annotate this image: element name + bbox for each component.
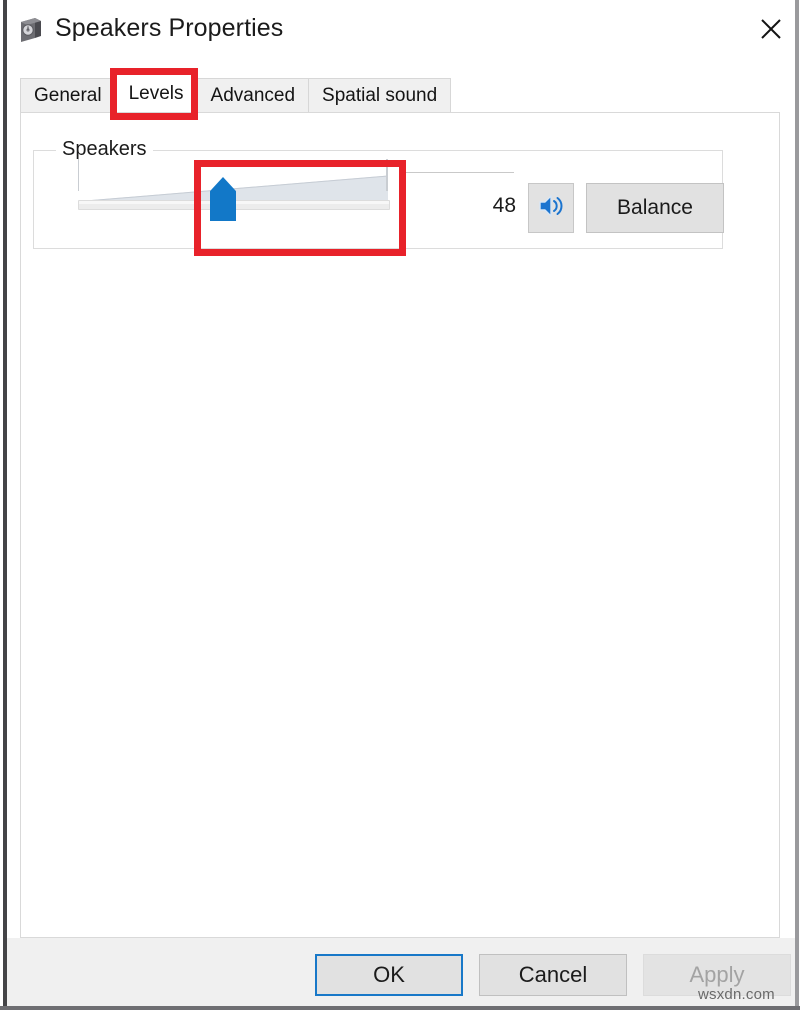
ok-button-label: OK bbox=[373, 962, 405, 987]
tab-general[interactable]: General bbox=[20, 78, 116, 112]
window-border-right bbox=[795, 0, 799, 1010]
speakers-properties-window: Speakers Properties General Levels Advan… bbox=[0, 0, 800, 1010]
tab-advanced-label: Advanced bbox=[210, 84, 296, 106]
tab-levels-label: Levels bbox=[128, 82, 184, 104]
close-icon[interactable] bbox=[745, 8, 797, 50]
tab-advanced[interactable]: Advanced bbox=[196, 78, 310, 112]
tab-spatial-sound[interactable]: Spatial sound bbox=[308, 78, 452, 112]
speakers-group-box: Speakers 48 Balance bbox=[33, 138, 724, 249]
watermark: wsxdn.com bbox=[698, 986, 775, 1003]
volume-value-connector bbox=[402, 172, 514, 173]
apply-button-label: Apply bbox=[689, 962, 745, 987]
balance-button[interactable]: Balance bbox=[586, 183, 724, 233]
tab-general-label: General bbox=[34, 84, 102, 106]
ok-button[interactable]: OK bbox=[315, 954, 463, 996]
tab-spatial-sound-label: Spatial sound bbox=[322, 84, 438, 106]
cancel-button-label: Cancel bbox=[518, 962, 588, 987]
mute-toggle-button[interactable] bbox=[528, 183, 574, 233]
window-border-left bbox=[3, 0, 7, 1010]
volume-slider[interactable] bbox=[78, 159, 398, 225]
title-bar: Speakers Properties bbox=[7, 0, 795, 60]
dialog-footer: OK Cancel Apply bbox=[7, 938, 795, 1006]
tab-content-panel: Speakers 48 Balance bbox=[20, 112, 780, 938]
window-title: Speakers Properties bbox=[55, 14, 284, 42]
volume-level-value: 48 bbox=[492, 194, 516, 217]
window-border-bottom bbox=[0, 1006, 800, 1010]
balance-button-label: Balance bbox=[617, 196, 693, 219]
speakers-group-label: Speakers bbox=[56, 138, 153, 161]
cancel-button[interactable]: Cancel bbox=[479, 954, 627, 996]
volume-slider-tick-min bbox=[78, 159, 79, 191]
speaker-device-icon bbox=[17, 16, 45, 44]
speaker-volume-icon bbox=[537, 193, 565, 224]
volume-slider-tick-max bbox=[386, 159, 388, 191]
tab-strip: General Levels Advanced Spatial sound bbox=[20, 74, 452, 112]
tab-levels[interactable]: Levels bbox=[114, 74, 198, 112]
